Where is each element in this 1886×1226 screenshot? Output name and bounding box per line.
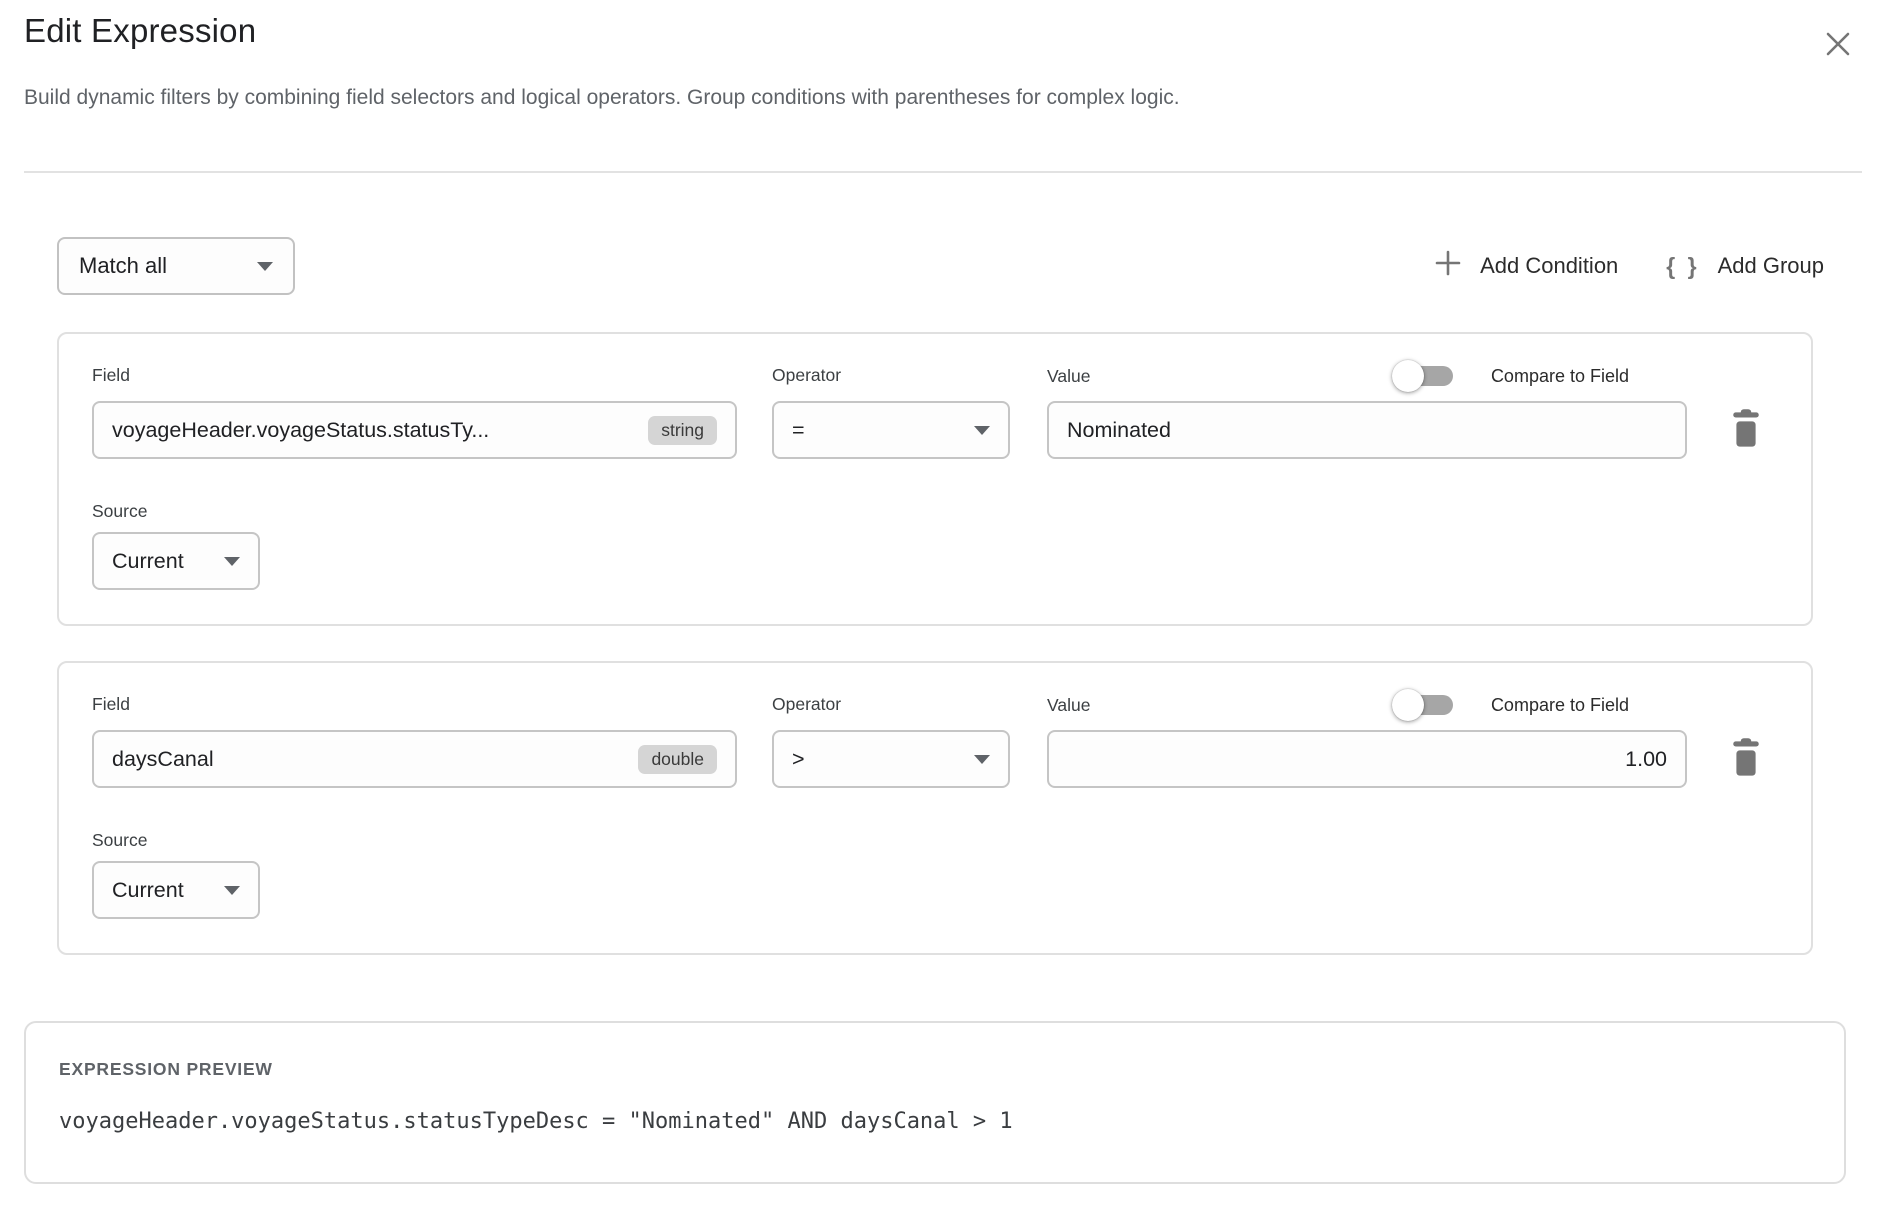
operator-label: Operator: [772, 694, 1010, 715]
delete-condition-button[interactable]: [1723, 735, 1769, 781]
source-select[interactable]: Current: [92, 861, 260, 919]
close-button[interactable]: [1823, 30, 1853, 60]
expression-preview-panel: EXPRESSION PREVIEW voyageHeader.voyageSt…: [24, 1021, 1846, 1184]
match-mode-select[interactable]: Match all: [57, 237, 295, 295]
operator-value: =: [792, 418, 805, 443]
field-select[interactable]: daysCanal double: [92, 730, 737, 788]
plus-icon: [1434, 249, 1462, 283]
source-value: Current: [112, 549, 184, 574]
compare-to-field-group: Compare to Field: [1392, 689, 1687, 721]
field-value: daysCanal: [112, 747, 624, 772]
dialog-subtitle: Build dynamic filters by combining field…: [24, 84, 1862, 111]
page-title: Edit Expression: [24, 12, 1862, 50]
operator-label: Operator: [772, 365, 1010, 386]
condition-card: Field voyageHeader.voyageStatus.statusTy…: [57, 332, 1813, 626]
field-value: voyageHeader.voyageStatus.statusTy...: [112, 418, 634, 443]
header-divider: [24, 171, 1862, 173]
source-value: Current: [112, 878, 184, 903]
braces-icon: { }: [1666, 253, 1699, 280]
operator-value: >: [792, 747, 805, 772]
compare-toggle[interactable]: [1392, 360, 1453, 392]
add-group-button[interactable]: { } Add Group: [1666, 253, 1824, 280]
field-select[interactable]: voyageHeader.voyageStatus.statusTy... st…: [92, 401, 737, 459]
chevron-down-icon: [224, 886, 240, 895]
chevron-down-icon: [224, 557, 240, 566]
value-label: Value: [1047, 366, 1090, 387]
compare-to-field-group: Compare to Field: [1392, 360, 1687, 392]
source-label: Source: [92, 501, 1778, 522]
compare-to-field-label: Compare to Field: [1491, 695, 1629, 716]
source-select[interactable]: Current: [92, 532, 260, 590]
value-input[interactable]: [1047, 730, 1687, 788]
add-condition-button[interactable]: Add Condition: [1434, 249, 1618, 283]
expression-preview-code: voyageHeader.voyageStatus.statusTypeDesc…: [59, 1109, 1811, 1134]
value-label: Value: [1047, 695, 1090, 716]
trash-icon: [1728, 407, 1764, 452]
delete-condition-button[interactable]: [1723, 406, 1769, 452]
add-condition-label: Add Condition: [1480, 253, 1618, 279]
value-input[interactable]: [1047, 401, 1687, 459]
match-mode-value: Match all: [79, 253, 167, 279]
operator-select[interactable]: =: [772, 401, 1010, 459]
field-type-badge: string: [648, 416, 717, 446]
field-label: Field: [92, 694, 737, 715]
chevron-down-icon: [974, 755, 990, 764]
close-icon: [1825, 31, 1851, 60]
operator-select[interactable]: >: [772, 730, 1010, 788]
compare-toggle[interactable]: [1392, 689, 1453, 721]
trash-icon: [1728, 736, 1764, 781]
condition-card: Field daysCanal double Operator > Value: [57, 661, 1813, 955]
chevron-down-icon: [257, 262, 273, 271]
field-label: Field: [92, 365, 737, 386]
source-label: Source: [92, 830, 1778, 851]
field-type-badge: double: [638, 745, 717, 775]
toolbar-actions: Add Condition { } Add Group: [1434, 249, 1824, 283]
expression-preview-heading: EXPRESSION PREVIEW: [59, 1059, 1811, 1080]
toggle-thumb-icon: [1392, 360, 1424, 392]
chevron-down-icon: [974, 426, 990, 435]
add-group-label: Add Group: [1718, 253, 1824, 279]
edit-expression-dialog: Edit Expression Build dynamic filters by…: [0, 12, 1886, 1184]
toolbar: Match all Add Condition { } Add Group: [24, 237, 1862, 295]
toggle-thumb-icon: [1392, 689, 1424, 721]
compare-to-field-label: Compare to Field: [1491, 366, 1629, 387]
